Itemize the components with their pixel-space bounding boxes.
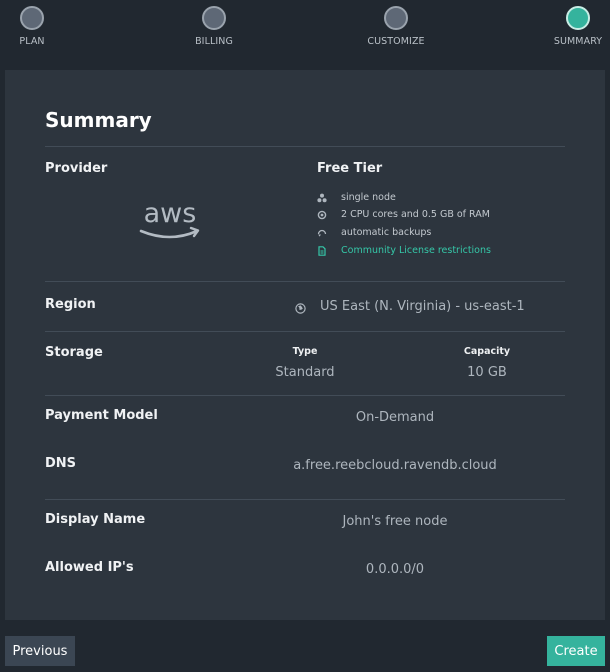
payment-model-value: On-Demand <box>355 410 435 425</box>
feature-backups: automatic backups <box>317 227 431 238</box>
cluster-icon <box>317 193 327 203</box>
step-customize[interactable]: CUSTOMIZE <box>351 6 441 47</box>
create-button[interactable]: Create <box>547 636 605 666</box>
svg-text:aws: aws <box>144 198 197 229</box>
feature-single-node: single node <box>317 192 396 203</box>
allowed-ips-label: Allowed IP's <box>45 560 134 575</box>
globe-icon <box>295 299 306 318</box>
wizard-stepper: PLAN BILLING CUSTOMIZE SUMMARY <box>0 0 610 60</box>
document-icon <box>317 245 327 256</box>
feature-cpu: 2 CPU cores and 0.5 GB of RAM <box>317 209 490 220</box>
region-label: Region <box>45 297 96 312</box>
step-indicator <box>202 6 226 30</box>
license-link-text[interactable]: Community License restrictions <box>341 245 491 256</box>
step-label: CUSTOMIZE <box>367 36 425 47</box>
step-indicator <box>20 6 44 30</box>
display-name-value: John's free node <box>342 514 448 529</box>
aws-logo: aws <box>133 198 207 246</box>
tier-title: Free Tier <box>317 161 383 176</box>
feature-text: single node <box>341 192 396 203</box>
storage-type-value: Standard <box>275 365 335 380</box>
divider <box>45 499 565 500</box>
feature-text: 2 CPU cores and 0.5 GB of RAM <box>341 209 490 220</box>
feature-text: automatic backups <box>341 227 432 238</box>
feature-license-link[interactable]: Community License restrictions <box>317 245 491 256</box>
divider <box>45 331 565 332</box>
dns-value: a.free.reebcloud.ravendb.cloud <box>293 458 497 473</box>
step-label: PLAN <box>19 36 45 47</box>
step-label: SUMMARY <box>553 36 603 47</box>
step-indicator-active <box>566 6 590 30</box>
cpu-icon <box>317 210 327 220</box>
step-billing[interactable]: BILLING <box>169 6 259 47</box>
divider <box>45 146 565 147</box>
divider <box>45 395 565 396</box>
step-plan[interactable]: PLAN <box>0 6 77 47</box>
storage-label: Storage <box>45 345 103 360</box>
allowed-ips-value: 0.0.0.0/0 <box>365 562 425 577</box>
display-name-label: Display Name <box>45 512 146 527</box>
step-indicator <box>384 6 408 30</box>
storage-capacity-header: Capacity <box>463 346 511 357</box>
step-summary[interactable]: SUMMARY <box>533 6 610 47</box>
storage-capacity-value: 10 GB <box>467 365 507 380</box>
divider <box>45 281 565 282</box>
provider-label: Provider <box>45 161 108 176</box>
previous-button[interactable]: Previous <box>5 636 75 666</box>
payment-model-label: Payment Model <box>45 408 158 423</box>
dns-label: DNS <box>45 456 77 471</box>
step-label: BILLING <box>195 36 233 47</box>
summary-card: Summary Provider aws Free Tier single no… <box>5 70 605 620</box>
region-value: US East (N. Virginia) - us-east-1 <box>320 299 525 314</box>
storage-type-header: Type <box>292 346 318 357</box>
page-title: Summary <box>45 108 152 132</box>
backup-icon <box>317 228 327 238</box>
